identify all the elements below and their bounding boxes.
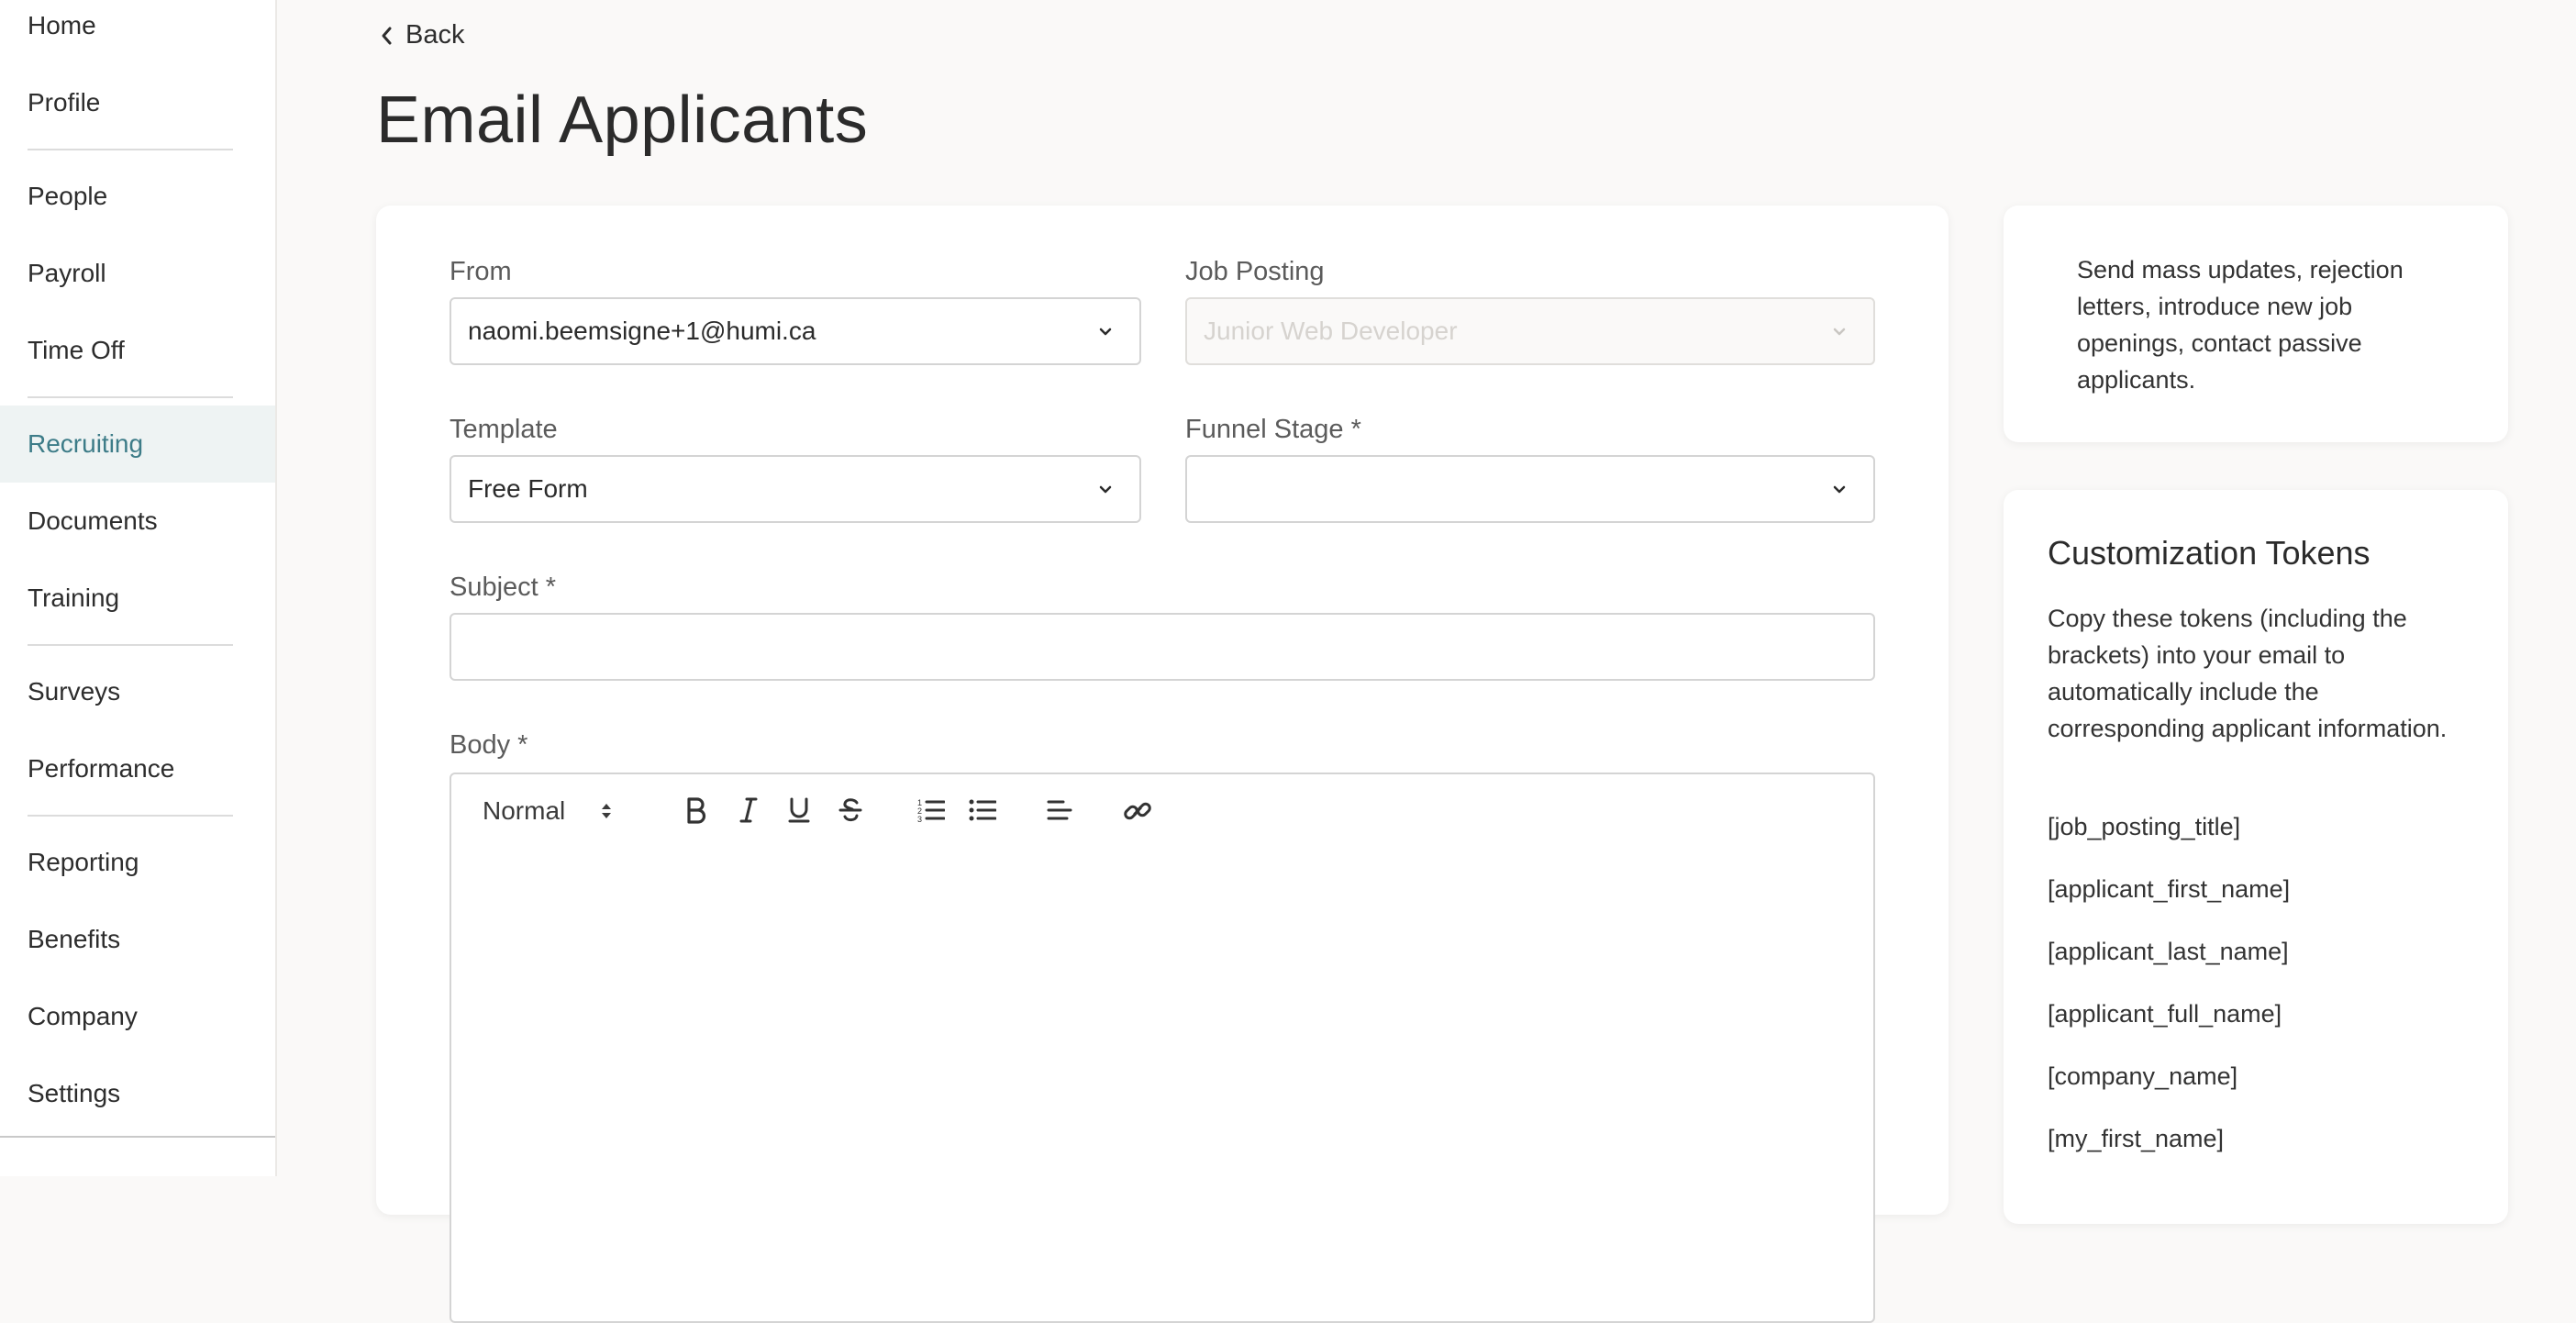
sidebar-item-company[interactable]: Company bbox=[0, 978, 275, 1055]
strikethrough-button[interactable] bbox=[838, 796, 862, 824]
sidebar-item-surveys[interactable]: Surveys bbox=[0, 653, 275, 730]
template-value: Free Form bbox=[468, 474, 588, 503]
body-editor[interactable]: Normal 123 bbox=[450, 773, 1875, 1323]
sidebar: Home Profile People Payroll Time Off Rec… bbox=[0, 0, 277, 1176]
svg-text:3: 3 bbox=[917, 815, 922, 824]
sidebar-item-label: Profile bbox=[28, 88, 101, 117]
email-form-card: From naomi.beemsigne+1@humi.ca Job Posti… bbox=[376, 206, 1949, 1323]
funnel-stage-label: Funnel Stage * bbox=[1185, 415, 1361, 444]
bold-icon bbox=[687, 797, 706, 824]
sidebar-divider bbox=[28, 644, 233, 646]
sidebar-item-label: People bbox=[28, 182, 108, 210]
align-left-button[interactable] bbox=[1046, 796, 1073, 824]
token-item: [applicant_first_name] bbox=[2048, 875, 2291, 903]
up-down-icon bbox=[602, 804, 612, 818]
sidebar-item-payroll[interactable]: Payroll bbox=[0, 235, 275, 312]
bullet-list-button[interactable] bbox=[969, 796, 996, 824]
chevron-down-icon bbox=[1099, 328, 1112, 336]
format-select[interactable]: Normal bbox=[483, 796, 613, 826]
job-posting-select: Junior Web Developer bbox=[1185, 297, 1875, 365]
template-label: Template bbox=[450, 415, 558, 444]
sidebar-item-label: Home bbox=[28, 11, 96, 39]
sidebar-item-label: Company bbox=[28, 1002, 138, 1030]
sidebar-item-label: Settings bbox=[28, 1079, 121, 1107]
sidebar-item-documents[interactable]: Documents bbox=[0, 483, 275, 560]
token-item: [applicant_full_name] bbox=[2048, 1000, 2282, 1028]
align-left-icon bbox=[1047, 800, 1072, 820]
sidebar-item-benefits[interactable]: Benefits bbox=[0, 901, 275, 978]
sidebar-item-label: Surveys bbox=[28, 677, 121, 706]
editor-toolbar: Normal 123 bbox=[451, 774, 1873, 848]
back-button[interactable]: Back bbox=[380, 20, 464, 50]
subject-label: Subject * bbox=[450, 573, 557, 602]
sidebar-item-time-off[interactable]: Time Off bbox=[0, 312, 275, 389]
back-label: Back bbox=[405, 20, 465, 50]
from-label: From bbox=[450, 257, 512, 286]
chevron-down-icon bbox=[1833, 485, 1846, 494]
token-item: [applicant_last_name] bbox=[2048, 938, 2289, 965]
sidebar-divider bbox=[28, 396, 233, 398]
sidebar-item-label: Payroll bbox=[28, 259, 106, 287]
sidebar-divider bbox=[28, 815, 233, 817]
job-posting-label: Job Posting bbox=[1185, 257, 1325, 286]
ordered-list-icon: 123 bbox=[917, 798, 945, 824]
sidebar-divider bbox=[0, 1136, 275, 1138]
info-card: Send mass updates, rejection letters, in… bbox=[2004, 206, 2508, 442]
token-item: [my_first_name] bbox=[2048, 1125, 2225, 1152]
token-item: [job_posting_title] bbox=[2048, 813, 2241, 840]
sidebar-divider bbox=[28, 149, 233, 150]
bold-button[interactable] bbox=[684, 796, 708, 824]
bullet-list-icon bbox=[969, 799, 996, 821]
body-label: Body * bbox=[450, 730, 528, 760]
customization-tokens-card: Customization Tokens Copy these tokens (… bbox=[2004, 490, 2508, 1224]
format-label: Normal bbox=[483, 796, 566, 825]
link-icon bbox=[1124, 802, 1151, 820]
italic-button[interactable] bbox=[738, 796, 760, 824]
template-select[interactable]: Free Form bbox=[450, 455, 1141, 523]
sidebar-item-people[interactable]: People bbox=[0, 158, 275, 235]
token-item: [company_name] bbox=[2048, 1062, 2238, 1090]
sidebar-item-label: Recruiting bbox=[28, 429, 144, 458]
job-posting-value: Junior Web Developer bbox=[1204, 317, 1458, 345]
funnel-stage-select[interactable] bbox=[1185, 455, 1875, 523]
tokens-description: Copy these tokens (including the bracket… bbox=[2048, 605, 2448, 742]
sidebar-item-settings[interactable]: Settings bbox=[0, 1055, 275, 1132]
sidebar-item-home[interactable]: Home bbox=[0, 0, 275, 64]
tokens-title: Customization Tokens bbox=[2048, 534, 2371, 572]
sidebar-item-recruiting[interactable]: Recruiting bbox=[0, 406, 275, 483]
chevron-left-icon bbox=[382, 27, 392, 44]
sidebar-item-label: Time Off bbox=[28, 336, 125, 364]
sidebar-item-label: Training bbox=[28, 584, 120, 612]
info-text: Send mass updates, rejection letters, in… bbox=[2077, 256, 2404, 394]
chevron-down-icon bbox=[1099, 485, 1112, 494]
from-value: naomi.beemsigne+1@humi.ca bbox=[468, 317, 816, 345]
italic-icon bbox=[739, 797, 758, 823]
sidebar-item-profile[interactable]: Profile bbox=[0, 64, 275, 141]
chevron-down-icon bbox=[1833, 328, 1846, 336]
underline-button[interactable] bbox=[787, 796, 811, 824]
from-select[interactable]: naomi.beemsigne+1@humi.ca bbox=[450, 297, 1141, 365]
link-button[interactable] bbox=[1123, 796, 1152, 826]
sidebar-item-performance[interactable]: Performance bbox=[0, 730, 275, 807]
underline-icon bbox=[788, 797, 810, 823]
strikethrough-icon bbox=[838, 798, 862, 822]
subject-input[interactable] bbox=[450, 613, 1875, 681]
sidebar-item-label: Reporting bbox=[28, 848, 139, 876]
sidebar-item-label: Benefits bbox=[28, 925, 121, 953]
sidebar-item-training[interactable]: Training bbox=[0, 560, 275, 637]
ordered-list-button[interactable]: 123 bbox=[917, 796, 945, 824]
sidebar-item-label: Documents bbox=[28, 506, 158, 535]
sidebar-item-label: Performance bbox=[28, 754, 175, 783]
page-title: Email Applicants bbox=[376, 83, 869, 157]
sidebar-item-reporting[interactable]: Reporting bbox=[0, 824, 275, 901]
